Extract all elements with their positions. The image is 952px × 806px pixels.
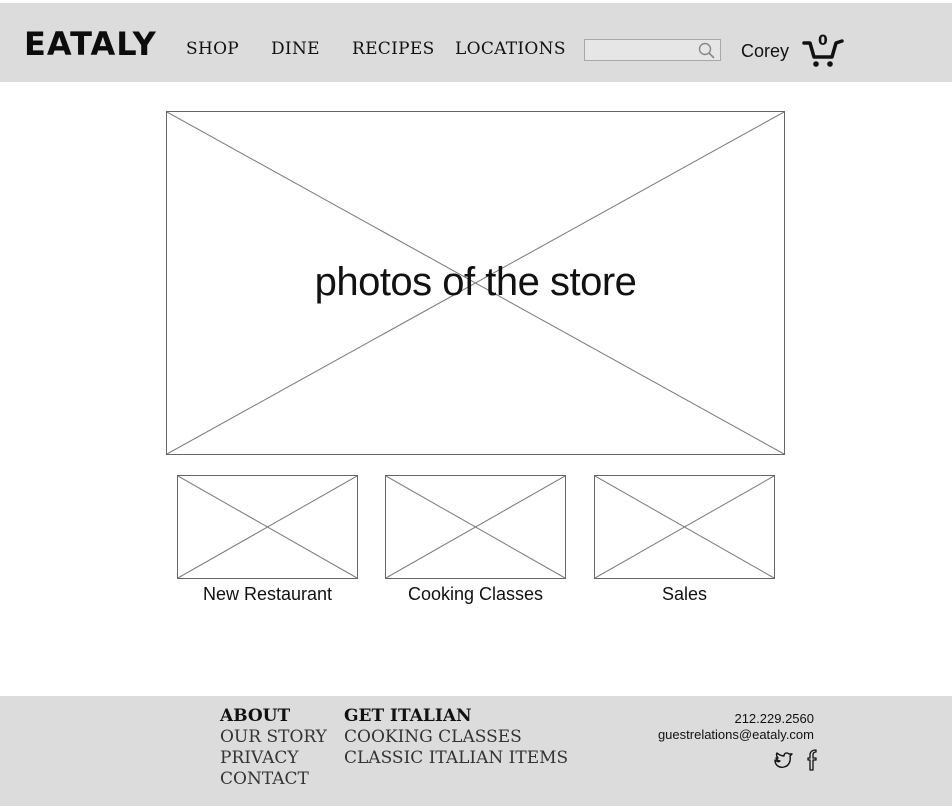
- cart-icon: [802, 39, 844, 67]
- search-icon[interactable]: [697, 41, 717, 66]
- user-name[interactable]: Corey: [741, 41, 789, 62]
- footer-get-italian-column: GET ITALIAN COOKING CLASSES CLASSIC ITAL…: [344, 706, 568, 769]
- feature-image-cooking-classes[interactable]: [385, 475, 566, 579]
- image-placeholder-icon: [386, 476, 565, 578]
- social-links: [772, 749, 818, 771]
- footer-link-our-story[interactable]: OUR STORY: [220, 727, 327, 748]
- footer-link-contact[interactable]: CONTACT: [220, 769, 327, 790]
- feature-caption-cooking-classes[interactable]: Cooking Classes: [385, 584, 566, 605]
- facebook-icon[interactable]: [804, 749, 818, 771]
- nav-dine[interactable]: DINE: [271, 39, 320, 59]
- footer-link-privacy[interactable]: PRIVACY: [220, 748, 327, 769]
- image-placeholder-icon: [595, 476, 774, 578]
- footer: ABOUT OUR STORY PRIVACY CONTACT GET ITAL…: [0, 696, 952, 806]
- twitter-icon[interactable]: [772, 749, 794, 771]
- logo[interactable]: EATALY: [24, 25, 157, 63]
- footer-about-heading: ABOUT: [220, 706, 291, 726]
- footer-phone[interactable]: 212.229.2560: [658, 711, 814, 727]
- feature-caption-sales[interactable]: Sales: [594, 584, 775, 605]
- footer-get-italian-heading: GET ITALIAN: [344, 706, 472, 726]
- hero-label: photos of the store: [314, 260, 637, 304]
- feature-image-new-restaurant[interactable]: [177, 475, 358, 579]
- nav-recipes[interactable]: RECIPES: [352, 39, 435, 59]
- feature-image-sales[interactable]: [594, 475, 775, 579]
- footer-contact: 212.229.2560 guestrelations@eataly.com: [658, 711, 814, 743]
- feature-caption-new-restaurant[interactable]: New Restaurant: [177, 584, 358, 605]
- footer-email[interactable]: guestrelations@eataly.com: [658, 727, 814, 743]
- search-box: [584, 39, 721, 61]
- footer-link-cooking-classes[interactable]: COOKING CLASSES: [344, 727, 568, 748]
- hero-image[interactable]: photos of the store: [166, 111, 785, 455]
- image-placeholder-icon: [178, 476, 357, 578]
- cart-button[interactable]: 0: [802, 33, 844, 69]
- footer-link-classic-italian-items[interactable]: CLASSIC ITALIAN ITEMS: [344, 748, 568, 769]
- header: EATALY SHOP DINE RECIPES LOCATIONS Corey…: [0, 3, 952, 82]
- nav-locations[interactable]: LOCATIONS: [455, 39, 566, 59]
- search-input[interactable]: [585, 40, 701, 60]
- nav-shop[interactable]: SHOP: [186, 39, 239, 59]
- footer-about-column: ABOUT OUR STORY PRIVACY CONTACT: [220, 706, 327, 790]
